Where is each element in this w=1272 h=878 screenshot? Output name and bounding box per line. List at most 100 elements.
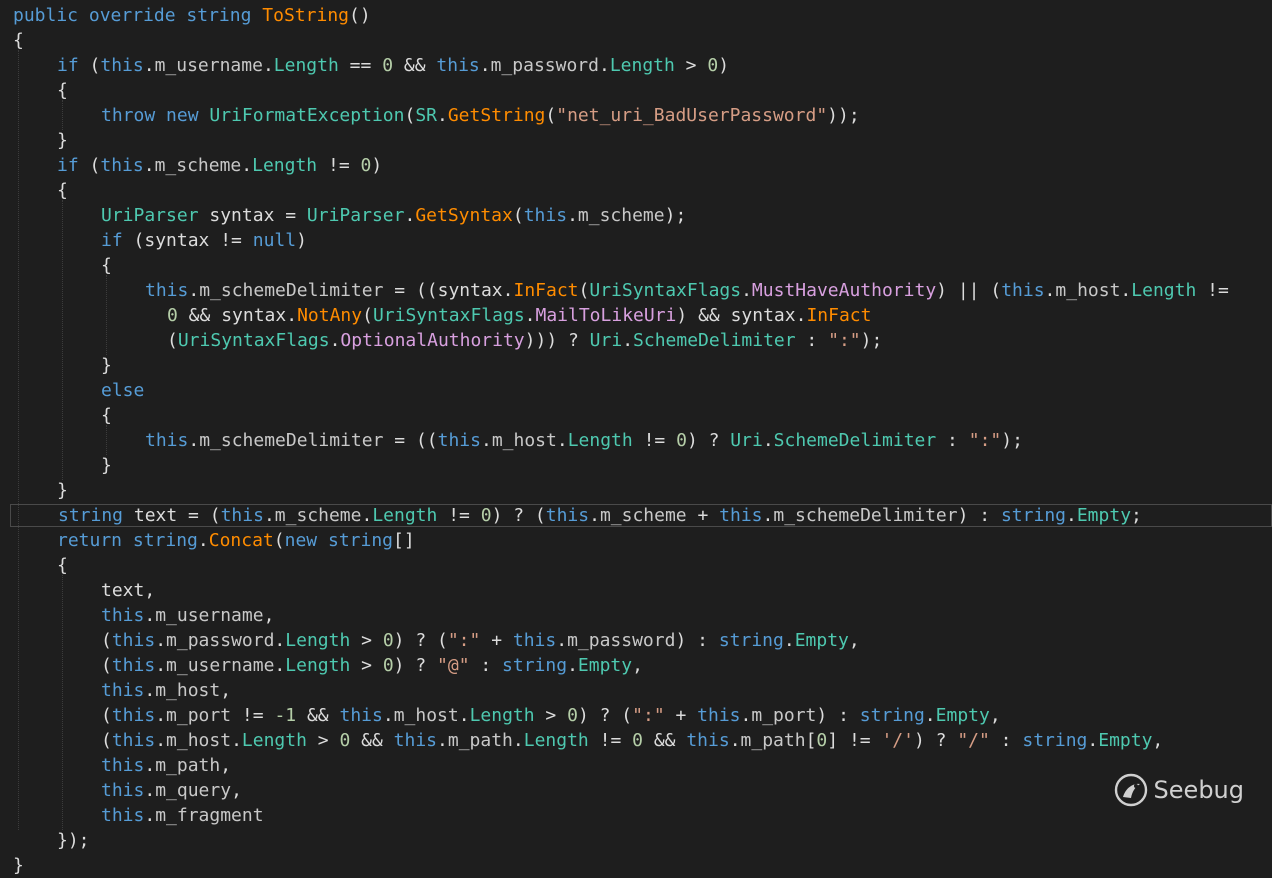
- code-line[interactable]: if (syntax != null): [0, 228, 1272, 253]
- code-token: ): [371, 155, 383, 176]
- code-token: .: [589, 505, 600, 526]
- code-token: ":": [828, 330, 861, 351]
- code-token: Length: [469, 705, 535, 726]
- code-line[interactable]: }: [0, 128, 1272, 153]
- code-token: .: [1066, 505, 1077, 526]
- code-token: );: [1001, 430, 1023, 451]
- code-token: this: [719, 505, 763, 526]
- indent-guide: [62, 100, 63, 130]
- code-token: &&: [296, 705, 340, 726]
- code-token: public: [13, 5, 79, 26]
- code-line[interactable]: this.m_schemeDelimiter = ((syntax.InFact…: [0, 278, 1272, 303]
- code-line[interactable]: UriParser syntax = UriParser.GetSyntax(t…: [0, 203, 1272, 228]
- code-token: (: [512, 205, 524, 226]
- code-line[interactable]: {: [0, 28, 1272, 53]
- code-token: m_scheme: [274, 505, 362, 526]
- code-token: this: [111, 630, 156, 651]
- code-line[interactable]: public override string ToString(): [0, 3, 1272, 28]
- code-editor[interactable]: public override string ToString(){if (th…: [0, 0, 1272, 876]
- code-token: ,: [220, 680, 232, 701]
- code-token: &&: [642, 730, 687, 751]
- code-token: ) ?: [393, 655, 438, 676]
- code-token: text = (: [123, 505, 221, 526]
- code-line[interactable]: {: [0, 178, 1272, 203]
- code-line-current[interactable]: string text = (this.m_scheme.Length != 0…: [10, 504, 1272, 527]
- code-line[interactable]: this.m_query,: [0, 778, 1272, 803]
- indent-guide: [106, 425, 107, 455]
- code-line[interactable]: (this.m_username.Length > 0) ? "@" : str…: [0, 653, 1272, 678]
- code-token: Length: [609, 55, 675, 76]
- code-token: SR: [415, 105, 437, 126]
- code-token: (: [101, 655, 112, 676]
- code-line[interactable]: if (this.m_scheme.Length != 0): [0, 153, 1272, 178]
- code-line[interactable]: this.m_host,: [0, 678, 1272, 703]
- code-token: .: [556, 430, 568, 451]
- code-token: >: [350, 655, 383, 676]
- code-token: SchemeDelimiter: [633, 330, 796, 351]
- code-line[interactable]: (UriSyntaxFlags.OptionalAuthority))) ? U…: [0, 328, 1272, 353]
- indent-guide: [18, 50, 19, 830]
- code-token: .: [155, 655, 167, 676]
- code-token: .: [188, 430, 200, 451]
- code-line[interactable]: return string.Concat(new string[]: [0, 528, 1272, 553]
- code-line[interactable]: }: [0, 353, 1272, 378]
- code-token: this: [100, 55, 144, 76]
- code-line[interactable]: {: [0, 78, 1272, 103]
- code-line[interactable]: });: [0, 828, 1272, 853]
- code-line[interactable]: }: [0, 453, 1272, 478]
- code-token: .: [155, 730, 167, 751]
- code-line[interactable]: this.m_schemeDelimiter = ((this.m_host.L…: [0, 428, 1272, 453]
- code-line[interactable]: this.m_fragment: [0, 803, 1272, 828]
- code-token: ":": [447, 630, 481, 651]
- code-line[interactable]: 0 && syntax.NotAny(UriSyntaxFlags.MailTo…: [0, 303, 1272, 328]
- code-token: .: [762, 430, 774, 451]
- code-token: string: [186, 5, 252, 26]
- code-token: .: [740, 705, 752, 726]
- code-token: 0: [360, 155, 372, 176]
- code-line[interactable]: (this.m_host.Length > 0 && this.m_path.L…: [0, 728, 1272, 753]
- code-token: :: [795, 330, 829, 351]
- code-token: >: [350, 630, 383, 651]
- code-line[interactable]: text,: [0, 578, 1272, 603]
- code-token: ) ? (: [491, 505, 546, 526]
- code-token: this: [686, 730, 730, 751]
- code-token: "@": [437, 655, 470, 676]
- code-line[interactable]: {: [0, 253, 1272, 278]
- code-line[interactable]: (this.m_port != -1 && this.m_host.Length…: [0, 703, 1272, 728]
- code-line[interactable]: else: [0, 378, 1272, 403]
- code-line[interactable]: throw new UriFormatException(SR.GetStrin…: [0, 103, 1272, 128]
- code-token: }: [57, 480, 68, 501]
- code-token: .: [144, 805, 156, 826]
- code-token: m_scheme: [577, 205, 665, 226]
- code-token: Length: [372, 505, 438, 526]
- seebug-watermark: Seebug: [1114, 773, 1244, 807]
- code-token: ,: [231, 780, 242, 801]
- code-token: (: [101, 705, 112, 726]
- code-token: m_host: [491, 430, 557, 451]
- code-line[interactable]: }: [0, 478, 1272, 503]
- code-line[interactable]: }: [0, 853, 1272, 878]
- code-token: m_password: [567, 630, 676, 651]
- code-token: .: [197, 530, 209, 551]
- code-token: this: [101, 605, 145, 626]
- code-token: ":": [632, 705, 665, 726]
- code-line[interactable]: {: [0, 553, 1272, 578]
- code-token: .: [144, 605, 156, 626]
- code-token: 0: [339, 730, 351, 751]
- code-token: m_port: [751, 705, 817, 726]
- code-line[interactable]: if (this.m_username.Length == 0 && this.…: [0, 53, 1272, 78]
- code-token: SchemeDelimiter: [773, 430, 937, 451]
- code-token: m_password: [166, 630, 275, 651]
- code-line[interactable]: {: [0, 403, 1272, 428]
- code-token: UriFormatException: [209, 105, 405, 126]
- code-token: MailToLikeUri: [535, 305, 677, 326]
- code-token: m_port: [166, 705, 232, 726]
- code-token: string: [502, 655, 568, 676]
- code-line[interactable]: this.m_username,: [0, 603, 1272, 628]
- code-line[interactable]: this.m_path,: [0, 753, 1272, 778]
- code-token: 0: [632, 730, 643, 751]
- code-token: m_path: [447, 730, 513, 751]
- code-line[interactable]: (this.m_password.Length > 0) ? (":" + th…: [0, 628, 1272, 653]
